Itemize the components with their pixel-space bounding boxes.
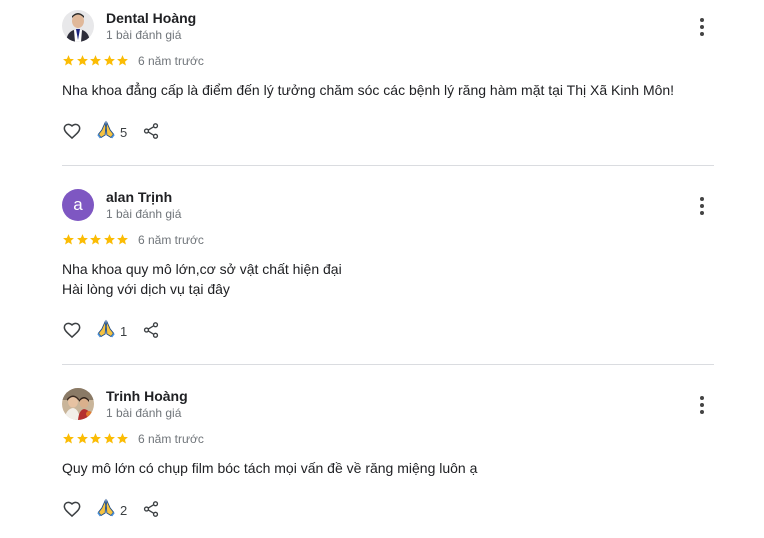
star-rating (62, 432, 130, 446)
star-icon (76, 433, 88, 444)
review-text: Nha khoa quy mô lớn,cơ sở vật chất hiện … (62, 259, 342, 299)
review-card: Trinh Hoàng 1 bài đánh giá 6 năm trước Q… (62, 388, 714, 528)
review-text: Nha khoa đẳng cấp là điểm đến lý tưởng c… (62, 80, 674, 100)
star-icon (90, 234, 101, 245)
more-vert-icon (700, 18, 704, 22)
review-count: 1 bài đánh giá (106, 207, 182, 221)
more-vert-icon (700, 396, 704, 400)
review-text: Quy mô lớn có chụp film bóc tách mọi vấn… (62, 458, 477, 478)
star-icon (63, 55, 74, 66)
avatar[interactable] (62, 388, 94, 420)
star-icon (90, 433, 101, 444)
heart-icon[interactable] (62, 320, 82, 340)
star-icon (90, 55, 101, 66)
folded-hands-icon[interactable] (96, 120, 116, 140)
review-date: 6 năm trước (138, 233, 204, 247)
more-vert-icon (700, 197, 704, 201)
review-card: a alan Trịnh 1 bài đánh giá 6 năm trước … (62, 189, 714, 339)
star-icon (117, 234, 128, 245)
review-card: Dental Hoàng 1 bài đánh giá 6 năm trước … (62, 10, 714, 150)
folded-hands-icon[interactable] (96, 498, 116, 518)
star-icon (63, 234, 74, 245)
more-options-button[interactable] (694, 195, 710, 219)
avatar-photo-icon (62, 10, 94, 42)
review-count: 1 bài đánh giá (106, 28, 182, 42)
more-options-button[interactable] (694, 394, 710, 418)
share-icon[interactable] (142, 500, 160, 518)
review-date: 6 năm trước (138, 432, 204, 446)
more-options-button[interactable] (694, 16, 710, 40)
like-count: 5 (120, 125, 128, 140)
review-text-line: Nha khoa đẳng cấp là điểm đến lý tưởng c… (62, 82, 675, 98)
like-count: 1 (120, 324, 128, 339)
divider (62, 364, 714, 365)
star-icon (76, 55, 88, 66)
star-rating (62, 54, 130, 68)
avatar[interactable]: a (62, 189, 94, 221)
share-icon[interactable] (142, 321, 160, 339)
star-icon (76, 234, 88, 245)
author-name[interactable]: alan Trịnh (106, 189, 172, 205)
review-text-line: Nha khoa quy mô lớn,cơ sở vật chất hiện … (62, 261, 342, 277)
star-rating (62, 233, 130, 247)
star-icon (63, 433, 74, 444)
share-icon[interactable] (142, 122, 160, 140)
folded-hands-icon[interactable] (96, 319, 116, 339)
author-name[interactable]: Dental Hoàng (106, 10, 196, 26)
star-icon (103, 234, 115, 245)
star-icon (117, 55, 128, 66)
review-text-line: Quy mô lớn có chụp film bóc tách mọi vấn… (62, 460, 478, 476)
divider (62, 165, 714, 166)
heart-icon[interactable] (62, 499, 82, 519)
like-count: 2 (120, 503, 128, 518)
avatar[interactable] (62, 10, 94, 42)
author-name[interactable]: Trinh Hoàng (106, 388, 188, 404)
heart-icon[interactable] (62, 121, 82, 141)
review-count: 1 bài đánh giá (106, 406, 182, 420)
review-text-line: Hài lòng với dịch vụ tại đây (62, 281, 230, 297)
review-date: 6 năm trước (138, 54, 204, 68)
star-icon (117, 433, 128, 444)
star-icon (103, 55, 115, 66)
star-icon (103, 433, 115, 444)
avatar-photo-icon (62, 388, 94, 420)
